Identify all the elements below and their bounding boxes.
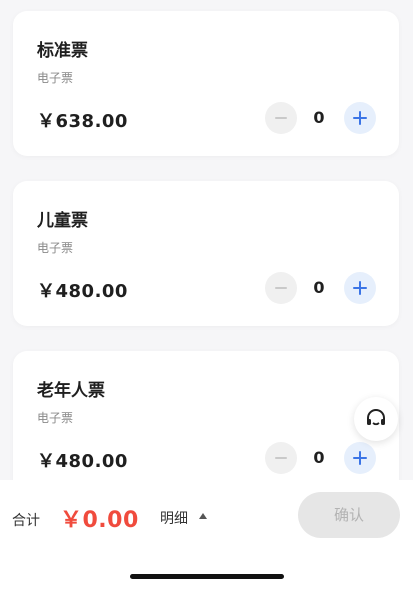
ticket-card-child: 儿童票 电子票 ￥480.00 0 — [13, 181, 399, 326]
increment-button[interactable] — [344, 102, 376, 134]
decrement-button[interactable] — [265, 102, 297, 134]
ticket-name: 儿童票 — [37, 211, 88, 231]
quantity-value: 0 — [313, 448, 325, 467]
ticket-type: 电子票 — [37, 71, 74, 85]
total-label: 合计 — [12, 513, 40, 529]
ticket-type: 电子票 — [37, 411, 74, 425]
ticket-price: ￥638.00 — [37, 111, 128, 132]
quantity-value: 0 — [313, 108, 325, 127]
increment-button[interactable] — [344, 442, 376, 474]
total-amount: ￥0.00 — [60, 508, 139, 533]
increment-button[interactable] — [344, 272, 376, 304]
decrement-button[interactable] — [265, 272, 297, 304]
quantity-value: 0 — [313, 278, 325, 297]
caret-up-icon[interactable] — [199, 513, 207, 519]
ticket-price: ￥480.00 — [37, 451, 128, 472]
ticket-name: 老年人票 — [37, 381, 105, 401]
detail-toggle[interactable]: 明细 — [160, 508, 188, 528]
decrement-button[interactable] — [265, 442, 297, 474]
home-indicator — [130, 574, 284, 579]
ticket-type: 电子票 — [37, 241, 74, 255]
ticket-card-standard: 标准票 电子票 ￥638.00 0 — [13, 11, 399, 156]
headset-icon — [367, 409, 385, 426]
customer-service-button[interactable] — [354, 397, 398, 441]
checkout-bar: 合计 ￥0.00 明细 确认 — [0, 480, 413, 600]
ticket-price: ￥480.00 — [37, 281, 128, 302]
confirm-button[interactable]: 确认 — [298, 492, 400, 538]
ticket-name: 标准票 — [37, 41, 88, 61]
